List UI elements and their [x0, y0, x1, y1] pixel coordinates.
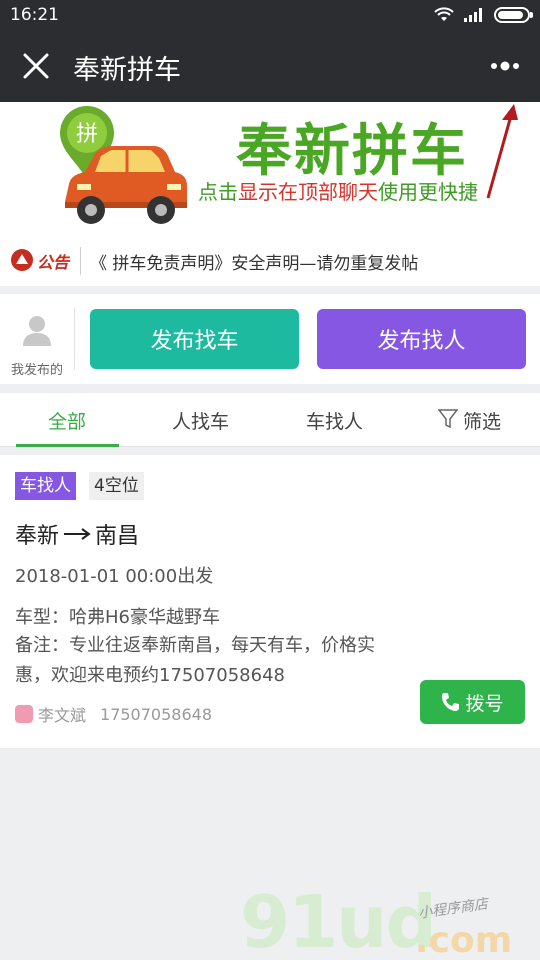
status-bar: 16:21 — [0, 0, 540, 30]
watermark-logo: 91ud — [240, 880, 437, 960]
notice-divider — [80, 247, 81, 275]
avatar-icon — [23, 316, 51, 346]
watermark-suffix: .com — [415, 920, 513, 960]
tab-underline — [16, 444, 119, 447]
wifi-icon — [434, 7, 454, 21]
tab-filter[interactable]: 筛选 — [463, 407, 501, 434]
call-button[interactable]: 拨号 — [420, 680, 525, 724]
contact-info: 李文斌 17507058648 — [15, 702, 212, 726]
post-actions: 我发布的 发布找车 发布找人 — [0, 294, 540, 384]
listing-card[interactable]: 车找人 4空位 奉新 南昌 2018-01-01 00:00出发 车型：哈弗H6… — [0, 455, 540, 748]
listing-type-badge: 车找人 — [15, 472, 76, 500]
notice-bar[interactable]: 公告 《 拼车免责声明》安全声明—请勿重复发帖 — [0, 236, 540, 286]
listing-remark: 备注：专业往返奉新南昌，每天有车，价格实惠，欢迎来电预约17507058648 — [15, 635, 375, 686]
filter-icon[interactable] — [438, 408, 458, 430]
contact-name: 李文斌 — [38, 706, 87, 725]
post-find-car-button[interactable]: 发布找车 — [90, 309, 299, 369]
notice-tag: 公告 — [37, 253, 70, 272]
banner[interactable]: 拼 奉新拼车 点击显示在顶部聊天使用更快捷 — [0, 102, 540, 236]
departure-time: 2018-01-01 00:00出发 — [15, 566, 214, 587]
banner-subtitle-pre: 点击 — [198, 180, 238, 204]
battery-icon — [494, 7, 533, 23]
status-icons — [434, 7, 533, 23]
banner-subtitle-highlight: 显示在顶部聊天 — [238, 180, 378, 204]
tab-all[interactable]: 全部 — [48, 407, 86, 434]
more-icon[interactable] — [488, 54, 522, 78]
page-title: 奉新拼车 — [73, 55, 181, 86]
car-model: 车型：哈弗H6豪华越野车 — [15, 607, 220, 628]
call-button-label: 拨号 — [465, 692, 504, 715]
actions-divider — [74, 308, 75, 370]
logo-badge-text: 拼 — [76, 122, 98, 147]
close-icon[interactable] — [20, 50, 52, 82]
my-posts-label: 我发布的 — [10, 363, 63, 378]
notice-text[interactable]: 《 拼车免责声明》安全声明—请勿重复发帖 — [90, 249, 418, 274]
contact-icon — [15, 705, 33, 723]
listing-seats-badge: 4空位 — [89, 472, 144, 500]
battery-fill — [498, 11, 523, 19]
status-time: 16:21 — [10, 5, 59, 25]
tab-car-seeks-person[interactable]: 车找人 — [306, 407, 363, 434]
route-destination: 南昌 — [95, 524, 140, 549]
route-origin: 奉新 — [15, 524, 60, 549]
arrow-right-icon — [64, 528, 91, 540]
banner-subtitle-post: 使用更快捷 — [378, 180, 478, 204]
filter-tabs: 全部 人找车 车找人 筛选 — [0, 393, 540, 447]
phone-icon — [442, 693, 460, 711]
contact-phone: 17507058648 — [100, 704, 212, 724]
tab-person-seeks-car[interactable]: 人找车 — [172, 407, 229, 434]
arrow-up-icon — [486, 104, 518, 199]
notice-icon — [11, 249, 33, 271]
banner-logo-text: 奉新拼车 — [236, 119, 468, 184]
title-bar: 奉新拼车 — [0, 30, 540, 102]
banner-subtitle: 点击显示在顶部聊天使用更快捷 — [198, 176, 478, 205]
my-posts-button[interactable]: 我发布的 — [0, 294, 74, 384]
signal-icon — [464, 8, 482, 22]
car-logo-icon: 拼 — [60, 106, 187, 224]
route: 奉新 南昌 — [15, 518, 139, 550]
post-find-person-button[interactable]: 发布找人 — [317, 309, 526, 369]
